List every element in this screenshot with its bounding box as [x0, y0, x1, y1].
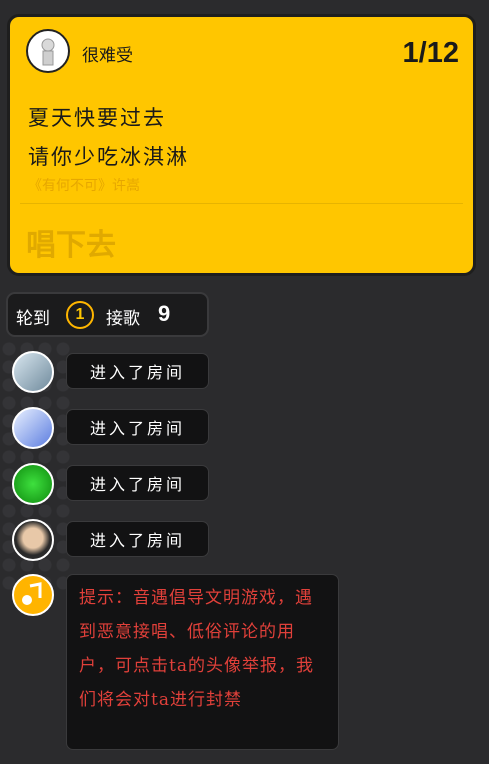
user-avatar[interactable]	[12, 463, 54, 505]
join-message: 进入了房间	[66, 521, 209, 557]
turn-label: 轮到	[16, 309, 50, 329]
user-avatar[interactable]	[12, 519, 54, 561]
lyric-card: 很难受 1/12 夏天快要过去 请你少吃冰淇淋 《有何不可》许嵩 唱下去	[7, 14, 476, 276]
lyric-line-2: 请你少吃冰淇淋	[28, 145, 189, 169]
turn-status-bar: 轮到 1 接歌 9	[6, 292, 209, 337]
card-divider	[20, 203, 463, 204]
singer-avatar[interactable]	[26, 29, 70, 73]
notice-text: 提示：音遇倡导文明游戏，遇到恶意接唱、低俗评论的用户，可点击ta的头像举报，我们…	[66, 574, 339, 750]
page-indicator: 1/12	[402, 37, 459, 69]
user-avatar[interactable]	[12, 407, 54, 449]
singer-name: 很难受	[82, 46, 133, 66]
turn-number-badge: 1	[66, 301, 94, 329]
music-note-icon	[12, 574, 54, 616]
sing-button[interactable]: 唱下去	[26, 220, 116, 264]
song-source: 《有何不可》许嵩	[28, 178, 140, 194]
lyric-line-1: 夏天快要过去	[28, 106, 166, 130]
join-message: 进入了房间	[66, 409, 209, 445]
join-message: 进入了房间	[66, 353, 209, 389]
user-avatar[interactable]	[12, 351, 54, 393]
join-message: 进入了房间	[66, 465, 209, 501]
next-label: 接歌	[106, 309, 140, 329]
next-number: 9	[158, 301, 171, 326]
